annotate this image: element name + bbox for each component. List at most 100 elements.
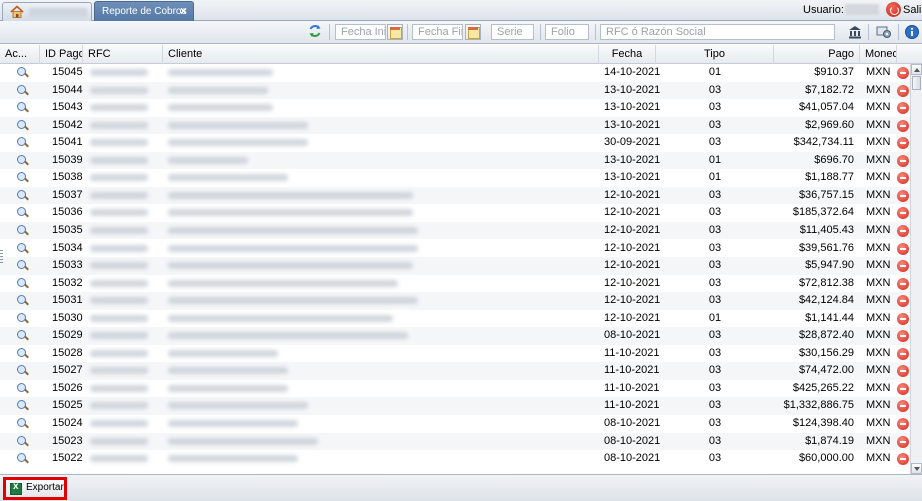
table-row[interactable]: 15044 13-10-2021 03 $7,182.72 MXN <box>0 81 910 100</box>
magnifier-icon[interactable] <box>17 207 28 218</box>
table-row[interactable]: 15029 08-10-2021 03 $28,872.40 MXN <box>0 327 910 345</box>
column-header-fecha[interactable]: Fecha <box>599 45 656 64</box>
delete-icon[interactable] <box>897 189 909 202</box>
magnifier-icon[interactable] <box>17 418 28 429</box>
table-row[interactable]: 15043 13-10-2021 03 $41,057.04 MXN <box>0 99 910 117</box>
table-row[interactable]: 15028 11-10-2021 03 $30,156.29 MXN <box>0 345 910 363</box>
table-row[interactable]: 15045 14-10-2021 01 $910.37 MXN <box>0 64 910 82</box>
cell-id-pago: 15034 <box>52 241 83 254</box>
column-header-acciones[interactable]: Ac... <box>0 45 40 64</box>
calendar-icon[interactable] <box>465 24 481 40</box>
table-row[interactable]: 15039 13-10-2021 01 $696.70 MXN <box>0 151 910 170</box>
column-header-moneda[interactable]: Moneda <box>860 45 897 64</box>
table-row[interactable]: 15025 11-10-2021 03 $1,332,886.75 MXN <box>0 397 910 415</box>
delete-icon[interactable] <box>897 207 909 220</box>
magnifier-icon[interactable] <box>17 347 28 359</box>
delete-icon[interactable] <box>897 418 909 430</box>
magnifier-icon[interactable] <box>17 224 28 236</box>
magnifier-icon[interactable] <box>17 453 28 464</box>
delete-icon[interactable] <box>897 172 909 185</box>
scroll-thumb[interactable] <box>912 76 921 90</box>
magnifier-icon[interactable] <box>17 102 28 113</box>
table-row[interactable]: 15042 13-10-2021 03 $2,969.60 MXN <box>0 116 910 135</box>
magnifier-icon[interactable] <box>17 400 28 411</box>
delete-icon[interactable] <box>897 347 909 360</box>
delete-icon[interactable] <box>897 435 909 448</box>
magnifier-icon[interactable] <box>17 295 28 306</box>
magnifier-icon[interactable] <box>17 189 28 201</box>
bank-icon[interactable] <box>847 24 863 40</box>
table-row[interactable]: 15034 12-10-2021 03 $39,561.76 MXN <box>0 240 910 258</box>
serie-input[interactable]: Serie <box>491 24 534 40</box>
delete-icon[interactable] <box>897 365 909 378</box>
magnifier-icon[interactable] <box>17 172 28 183</box>
delete-icon[interactable] <box>897 102 909 115</box>
magnifier-icon[interactable] <box>17 260 28 271</box>
column-header-id-pago[interactable]: ID Pago <box>40 45 83 64</box>
delete-icon[interactable] <box>897 260 909 273</box>
table-row[interactable]: 15035 12-10-2021 03 $11,405.43 MXN <box>0 221 910 240</box>
delete-icon[interactable] <box>897 453 909 466</box>
magnifier-icon[interactable] <box>17 137 28 148</box>
table-row[interactable]: 15022 08-10-2021 03 $60,000.00 MXN <box>0 450 910 468</box>
magnifier-icon[interactable] <box>17 277 28 289</box>
tab-reporte-de-cobros[interactable]: Reporte de Cobros × <box>94 1 194 21</box>
table-row[interactable]: 15037 12-10-2021 03 $36,757.15 MXN <box>0 186 910 205</box>
settings-icon[interactable] <box>876 24 892 40</box>
column-header-pago[interactable]: Pago <box>774 45 860 64</box>
magnifier-icon[interactable] <box>17 119 28 131</box>
magnifier-icon[interactable] <box>17 67 28 78</box>
folio-input[interactable]: Folio <box>545 24 589 40</box>
column-header-cliente[interactable]: Cliente <box>163 45 599 64</box>
delete-icon[interactable] <box>897 119 909 132</box>
delete-icon[interactable] <box>897 242 909 255</box>
magnifier-icon[interactable] <box>17 382 28 394</box>
delete-icon[interactable] <box>897 295 909 308</box>
table-row[interactable]: 15032 12-10-2021 03 $72,812.38 MXN <box>0 275 910 293</box>
delete-icon[interactable] <box>897 224 909 237</box>
magnifier-icon[interactable] <box>17 312 28 324</box>
magnifier-icon[interactable] <box>17 84 28 96</box>
delete-icon[interactable] <box>897 137 909 150</box>
magnifier-icon[interactable] <box>17 365 28 376</box>
delete-icon[interactable] <box>897 67 909 79</box>
delete-icon[interactable] <box>897 382 909 395</box>
fecha-fin-input[interactable]: Fecha Fin <box>412 24 463 40</box>
table-row[interactable]: 15027 11-10-2021 03 $74,472.00 MXN <box>0 362 910 380</box>
magnifier-icon[interactable] <box>17 435 28 447</box>
table-row[interactable]: 15024 08-10-2021 03 $124,398.40 MXN <box>0 415 910 433</box>
table-row[interactable]: 15026 11-10-2021 03 $425,265.22 MXN <box>0 380 910 398</box>
vertical-scrollbar[interactable] <box>910 64 922 474</box>
splitter-handle[interactable] <box>0 250 3 264</box>
table-row[interactable]: 15030 12-10-2021 01 $1,141.44 MXN <box>0 310 910 328</box>
delete-icon[interactable] <box>897 277 909 290</box>
table-row[interactable]: 15031 12-10-2021 03 $42,124.84 MXN <box>0 292 910 310</box>
refresh-icon[interactable] <box>308 24 322 38</box>
scroll-down-arrow-icon[interactable] <box>911 463 922 474</box>
info-icon[interactable] <box>904 24 920 40</box>
magnifier-icon[interactable] <box>17 330 28 341</box>
power-icon[interactable] <box>886 2 901 17</box>
rfc-razon-social-input[interactable]: RFC ó Razón Social <box>600 24 835 40</box>
logout-link[interactable]: Sali <box>903 4 921 16</box>
calendar-icon[interactable] <box>387 24 403 40</box>
tab-home[interactable] <box>2 2 92 21</box>
delete-icon[interactable] <box>897 400 909 413</box>
delete-icon[interactable] <box>897 312 909 325</box>
export-button[interactable]: Exportar <box>3 477 67 500</box>
delete-icon[interactable] <box>897 84 909 97</box>
magnifier-icon[interactable] <box>17 154 28 166</box>
scroll-up-arrow-icon[interactable] <box>911 64 922 75</box>
table-row[interactable]: 15023 08-10-2021 03 $1,874.19 MXN <box>0 432 910 451</box>
fecha-ini-input[interactable]: Fecha Ini <box>335 24 386 40</box>
table-row[interactable]: 15038 13-10-2021 01 $1,188.77 MXN <box>0 169 910 187</box>
magnifier-icon[interactable] <box>17 242 28 254</box>
delete-icon[interactable] <box>897 154 909 167</box>
close-icon[interactable]: × <box>180 4 187 18</box>
table-row[interactable]: 15036 12-10-2021 03 $185,372.64 MXN <box>0 204 910 222</box>
delete-icon[interactable] <box>897 330 909 343</box>
table-row[interactable]: 15033 12-10-2021 03 $5,947.90 MXN <box>0 257 910 275</box>
column-header-rfc[interactable]: RFC <box>83 45 163 64</box>
column-header-tipo[interactable]: Tipo <box>656 45 774 64</box>
table-row[interactable]: 15041 30-09-2021 03 $342,734.11 MXN <box>0 134 910 152</box>
